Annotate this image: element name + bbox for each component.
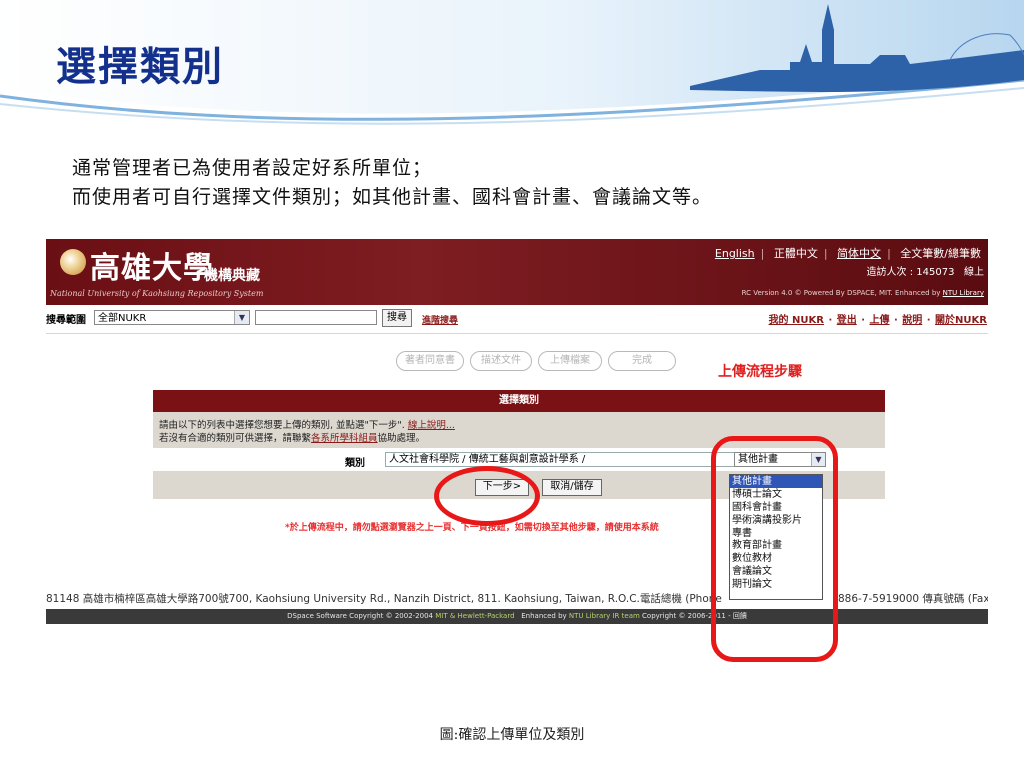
logo-english-name: National University of Kaohsiung Reposit… bbox=[50, 289, 264, 298]
lang-traditional-link[interactable]: 正體中文 bbox=[774, 247, 818, 260]
intro-text: 通常管理者已為使用者設定好系所單位； 而使用者可自行選擇文件類別；如其他計畫、國… bbox=[72, 154, 712, 212]
step-complete[interactable]: 完成 bbox=[608, 351, 676, 371]
version-note: RC Version 4.0 © Powered By DSPACE, MIT.… bbox=[741, 289, 984, 297]
stats-link[interactable]: 全文筆數/總筆數 bbox=[900, 247, 981, 260]
slide-title: 選擇類別 bbox=[56, 43, 224, 90]
ntu-library-link[interactable]: NTU Library bbox=[943, 289, 984, 297]
language-bar: English | 正體中文 | 简体中文 | 全文筆數/總筆數 bbox=[714, 247, 981, 260]
logo-text[interactable]: 高雄大學 bbox=[90, 243, 214, 287]
mit-hp-link[interactable]: MIT & Hewlett-Packard bbox=[435, 612, 514, 620]
intro-line-1: 通常管理者已為使用者設定好系所單位； bbox=[72, 157, 433, 179]
cancel-save-button[interactable]: 取消/儲存 bbox=[542, 479, 602, 496]
user-links: 我的 NUKR · 登出 · 上傳 · 說明 · 關於NUKR bbox=[768, 315, 987, 326]
step-describe[interactable]: 描述文件 bbox=[470, 351, 532, 371]
repository-screenshot: 高雄大學 機構典藏 National University of Kaohsiu… bbox=[46, 239, 988, 624]
highlight-rectangle bbox=[711, 436, 838, 662]
logo-subtitle: 機構典藏 bbox=[204, 268, 260, 284]
panel-heading: 選擇類別 bbox=[153, 390, 885, 412]
ntu-team-link[interactable]: NTU Library IR team bbox=[569, 612, 640, 620]
intro-line-2: 而使用者可自行選擇文件類別；如其他計畫、國科會計畫、會議論文等。 bbox=[72, 186, 713, 208]
online-count: 線上 bbox=[964, 267, 984, 278]
flow-steps-label: 上傳流程步驟 bbox=[718, 364, 802, 380]
phone-number: 886-7-5919000 bbox=[838, 593, 920, 605]
logout-link[interactable]: 登出 bbox=[837, 315, 857, 326]
search-bar: 搜尋範圍 全部NUKR ▼ 搜尋 進階搜尋 我的 NUKR · 登出 · 上傳 … bbox=[46, 305, 988, 334]
contact-staff-link[interactable]: 各系所學科組員 bbox=[311, 433, 378, 444]
footer-address: 81148 高雄市楠梓區高雄大學路700號700, Kaohsiung Univ… bbox=[46, 591, 988, 606]
department-path-field[interactable]: 人文社會科學院 / 傳統工藝與創意設計學系 / bbox=[385, 452, 736, 467]
university-logo-icon bbox=[60, 249, 86, 275]
online-help-link[interactable]: 線上說明... bbox=[408, 420, 455, 431]
step-upload[interactable]: 上傳檔案 bbox=[538, 351, 602, 371]
site-banner: 高雄大學 機構典藏 National University of Kaohsiu… bbox=[46, 239, 988, 305]
step-consent[interactable]: 著者同意書 bbox=[396, 351, 464, 371]
lang-english-link[interactable]: English bbox=[715, 247, 755, 260]
about-link[interactable]: 關於NUKR bbox=[935, 315, 987, 326]
search-scope-label: 搜尋範圍 bbox=[46, 315, 86, 326]
lang-simplified-link[interactable]: 简体中文 bbox=[837, 247, 881, 260]
search-input[interactable] bbox=[255, 310, 377, 325]
upload-link[interactable]: 上傳 bbox=[870, 315, 890, 326]
category-label: 類別 bbox=[345, 458, 365, 469]
fax-number: 傳真號碼 (Fax):886-7-591908 bbox=[922, 593, 988, 605]
my-nukr-link[interactable]: 我的 NUKR bbox=[769, 315, 824, 326]
panel-instructions: 請由以下的列表中選擇您想要上傳的類別, 並點選"下一步". 線上說明... 若沒… bbox=[159, 420, 455, 444]
visit-count: 造訪人次 : 145073 bbox=[866, 267, 955, 278]
advanced-search-link[interactable]: 進階搜尋 bbox=[422, 313, 458, 326]
chevron-down-icon[interactable]: ▼ bbox=[234, 311, 249, 324]
search-button[interactable]: 搜尋 bbox=[382, 309, 412, 327]
help-link[interactable]: 說明 bbox=[902, 315, 922, 326]
visit-counter: 造訪人次 : 145073 線上 bbox=[867, 263, 984, 278]
highlight-ellipse bbox=[434, 466, 540, 526]
figure-caption: 圖:確認上傳單位及類別 bbox=[439, 727, 585, 743]
search-scope-select[interactable]: 全部NUKR ▼ bbox=[94, 310, 250, 325]
footer-copyright: DSpace Software Copyright © 2002-2004 MI… bbox=[46, 609, 988, 624]
